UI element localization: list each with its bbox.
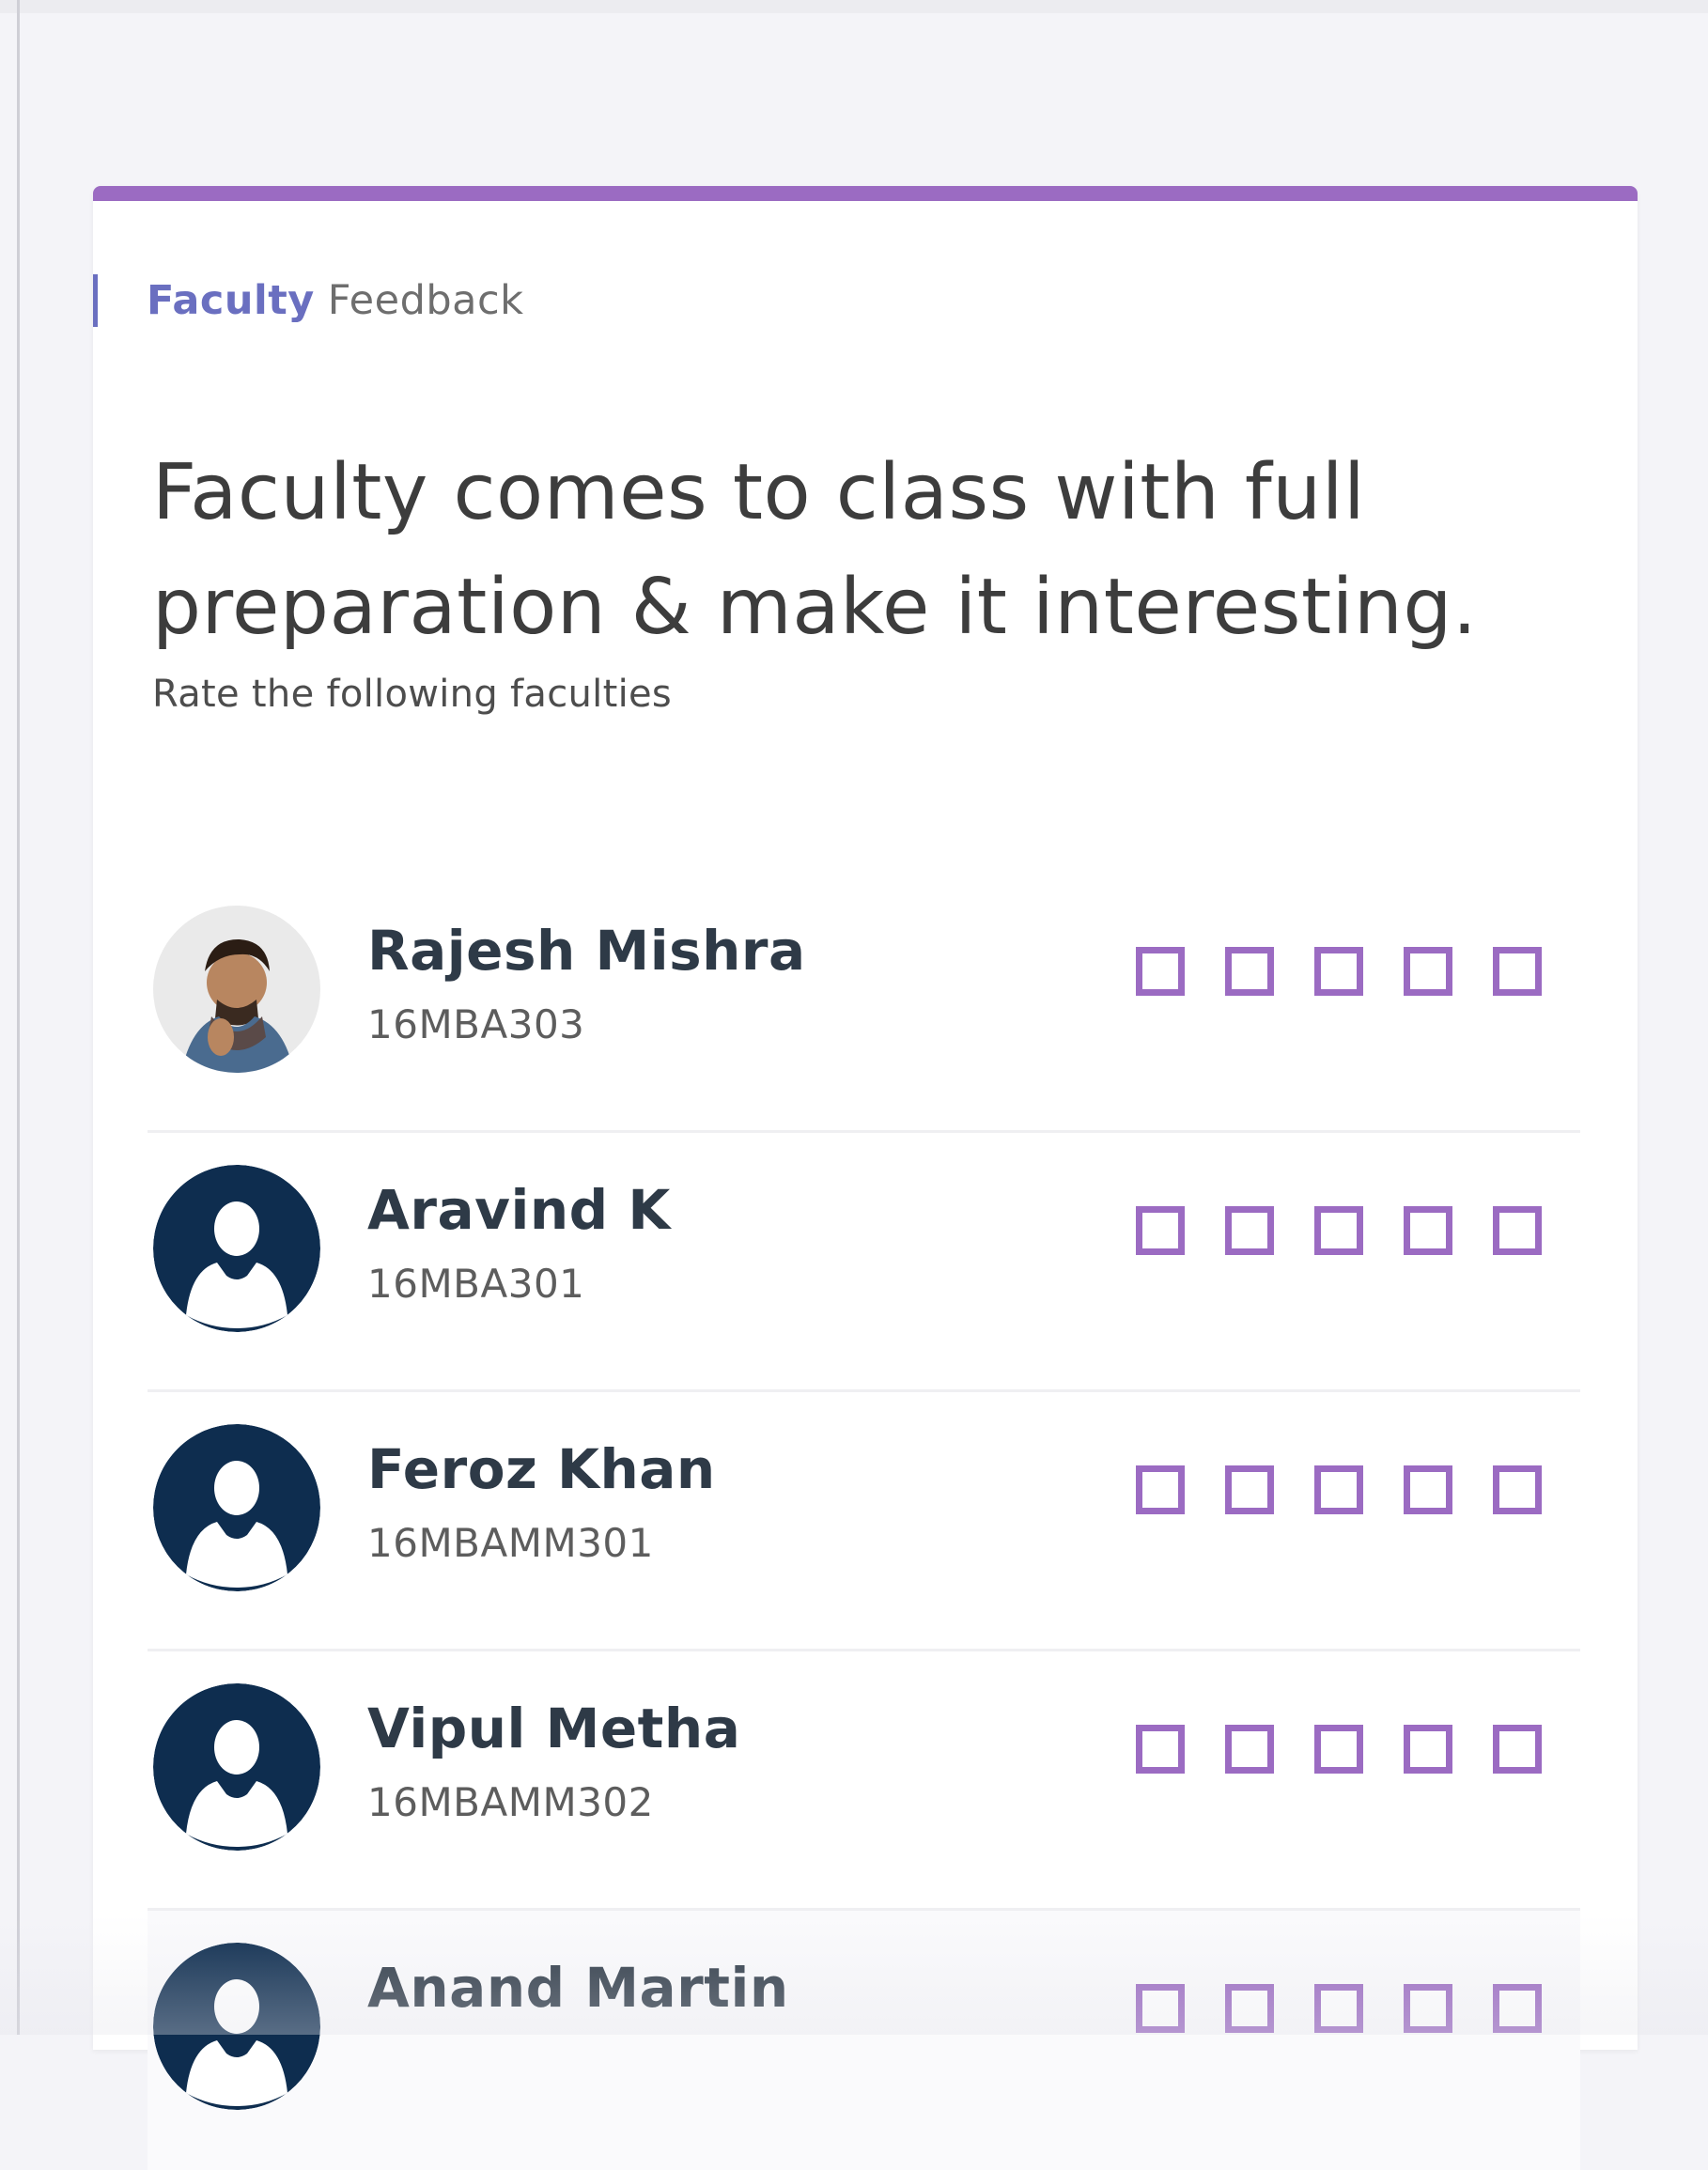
- rating-checkbox-2[interactable]: [1225, 1725, 1274, 1774]
- header-accent-bar: [93, 274, 98, 327]
- rating-checkbox-3[interactable]: [1314, 1206, 1363, 1255]
- rating-checkbox-5[interactable]: [1493, 1206, 1542, 1255]
- rating-checkbox-2[interactable]: [1225, 947, 1274, 996]
- faculty-code: 16MBAMM301: [367, 1520, 654, 1566]
- faculty-code: 16MBAMM302: [367, 1779, 654, 1825]
- faculty-name: Vipul Metha: [367, 1697, 741, 1760]
- header-title: Faculty: [147, 277, 315, 324]
- rating-checkbox-5[interactable]: [1493, 1465, 1542, 1514]
- rating-checkbox-1[interactable]: [1136, 1206, 1185, 1255]
- rating-group: [1136, 947, 1542, 996]
- rating-group: [1136, 1984, 1542, 2033]
- rating-checkbox-4[interactable]: [1404, 1206, 1452, 1255]
- rating-group: [1136, 1465, 1542, 1514]
- faculty-name: Anand Martin: [367, 1956, 789, 2020]
- rating-checkbox-3[interactable]: [1314, 1725, 1363, 1774]
- rating-checkbox-1[interactable]: [1136, 1725, 1185, 1774]
- rating-checkbox-2[interactable]: [1225, 1984, 1274, 2033]
- user-silhouette-avatar: [153, 1424, 320, 1591]
- rating-checkbox-2[interactable]: [1225, 1206, 1274, 1255]
- photo-avatar-icon: [153, 906, 320, 1073]
- faculty-code: 16MBA303: [367, 1001, 585, 1047]
- faculty-row: Feroz Khan 16MBAMM301: [148, 1392, 1580, 1651]
- user-silhouette-avatar: [153, 1165, 320, 1332]
- faculty-row: Anand Martin: [148, 1911, 1580, 2170]
- faculty-row: Vipul Metha 16MBAMM302: [148, 1651, 1580, 1911]
- user-silhouette-icon: [153, 1683, 320, 1851]
- question-text: Faculty comes to class with full prepara…: [152, 448, 1478, 652]
- feedback-card: Faculty Feedback Faculty comes to class …: [93, 186, 1638, 2170]
- faculty-list: Rajesh Mishra 16MBA303 Aravind K 16MBA30…: [148, 874, 1580, 2170]
- rating-group: [1136, 1725, 1542, 1774]
- rating-checkbox-5[interactable]: [1493, 947, 1542, 996]
- faculty-row: Aravind K 16MBA301: [148, 1133, 1580, 1392]
- rating-checkbox-5[interactable]: [1493, 1984, 1542, 2033]
- rating-checkbox-1[interactable]: [1136, 947, 1185, 996]
- rating-checkbox-3[interactable]: [1314, 1465, 1363, 1514]
- faculty-name: Aravind K: [367, 1178, 671, 1242]
- rating-checkbox-5[interactable]: [1493, 1725, 1542, 1774]
- rating-checkbox-3[interactable]: [1314, 947, 1363, 996]
- user-silhouette-avatar: [153, 1943, 320, 2110]
- card-header: Faculty Feedback: [93, 274, 845, 327]
- faculty-name: Feroz Khan: [367, 1437, 716, 1501]
- question-instruction: Rate the following faculties: [152, 673, 673, 716]
- user-silhouette-icon: [153, 1424, 320, 1591]
- user-silhouette-avatar: [153, 1683, 320, 1851]
- rating-checkbox-4[interactable]: [1404, 1984, 1452, 2033]
- rating-checkbox-1[interactable]: [1136, 1465, 1185, 1514]
- rating-group: [1136, 1206, 1542, 1255]
- rating-checkbox-1[interactable]: [1136, 1984, 1185, 2033]
- rating-checkbox-4[interactable]: [1404, 1465, 1452, 1514]
- faculty-code: 16MBA301: [367, 1261, 585, 1307]
- photo-avatar: [153, 906, 320, 1073]
- rating-checkbox-3[interactable]: [1314, 1984, 1363, 2033]
- user-silhouette-icon: [153, 1165, 320, 1332]
- faculty-row: Rajesh Mishra 16MBA303: [148, 874, 1580, 1133]
- header-subtitle: Feedback: [327, 277, 524, 324]
- window-top-edge: [0, 0, 1708, 13]
- faculty-name: Rajesh Mishra: [367, 919, 806, 983]
- window-left-edge: [17, 0, 20, 2035]
- rating-checkbox-4[interactable]: [1404, 1725, 1452, 1774]
- user-silhouette-icon: [153, 1943, 320, 2110]
- rating-checkbox-4[interactable]: [1404, 947, 1452, 996]
- rating-checkbox-2[interactable]: [1225, 1465, 1274, 1514]
